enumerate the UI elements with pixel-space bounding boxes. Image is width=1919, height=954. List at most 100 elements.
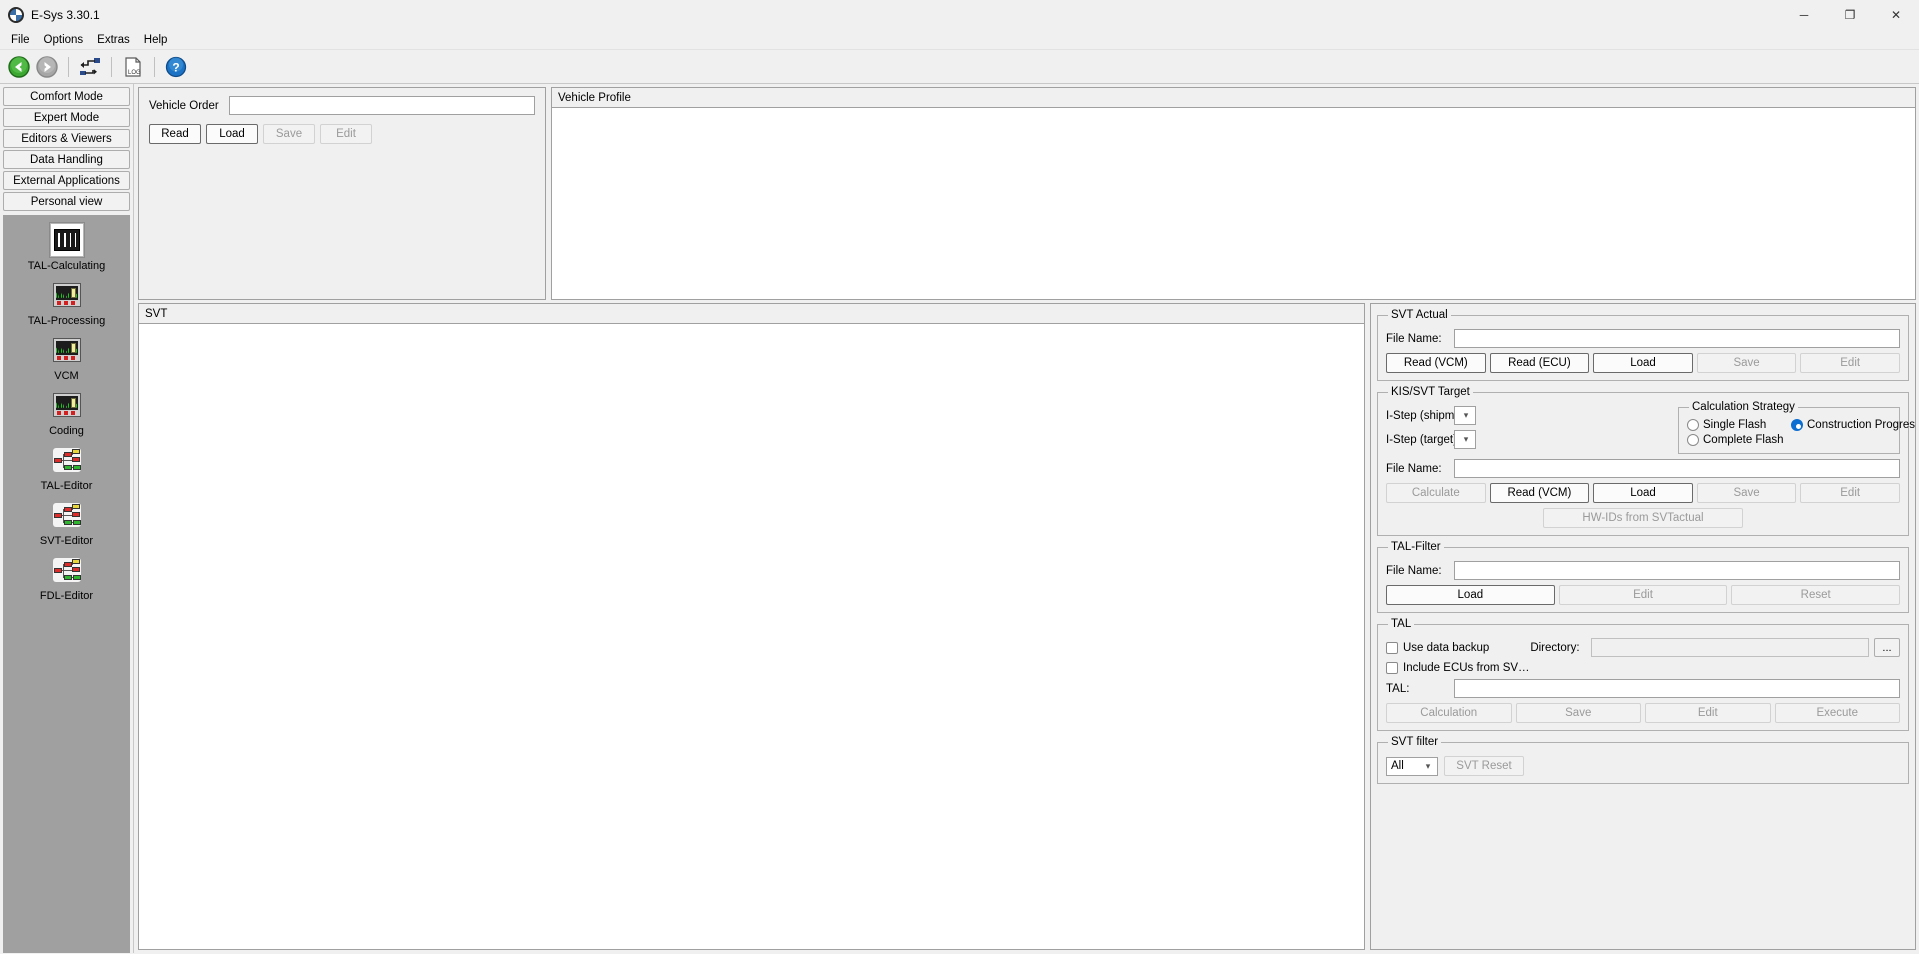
svt-actual-read-vcm-button[interactable]: Read (VCM) bbox=[1386, 353, 1486, 373]
maximize-button[interactable]: ❐ bbox=[1827, 0, 1873, 30]
kis-calculate-button: Calculate bbox=[1386, 483, 1486, 503]
use-data-backup-row[interactable]: Use data backup Directory: ... bbox=[1386, 638, 1900, 657]
sidebar-item-coding[interactable]: Coding bbox=[3, 388, 130, 437]
svt-actual-group: SVT Actual File Name: Read (VCM) Read (E… bbox=[1377, 309, 1909, 381]
radio-single-flash[interactable]: Single Flash bbox=[1687, 419, 1787, 431]
bmw-logo-icon bbox=[8, 7, 24, 23]
tal-directory-input[interactable] bbox=[1590, 638, 1869, 657]
tal-buttons: Calculation Save Edit Execute bbox=[1386, 703, 1900, 723]
tal-filter-buttons: Load Edit Reset bbox=[1386, 585, 1901, 605]
vehicle-order-load-button[interactable]: Load bbox=[206, 124, 258, 144]
vehicle-order-read-button[interactable]: Read bbox=[149, 124, 201, 144]
istep-target-combo[interactable]: ▾ bbox=[1454, 430, 1476, 449]
sidebar-item-tal-processing[interactable]: TAL-Processing bbox=[3, 278, 130, 327]
back-button[interactable] bbox=[6, 54, 32, 80]
menu-options[interactable]: Options bbox=[37, 32, 91, 48]
sidebar-mode-personal-view[interactable]: Personal view bbox=[3, 192, 130, 211]
sidebar-item-label: Coding bbox=[49, 425, 84, 437]
sidebar-item-tal-calculating[interactable]: TAL-Calculating bbox=[3, 223, 130, 272]
svt-panel: SVT bbox=[138, 303, 1365, 950]
oscilloscope-icon bbox=[50, 333, 84, 367]
tal-filter-filename-label: File Name: bbox=[1386, 564, 1442, 577]
toolbar: LOG ? bbox=[0, 49, 1919, 84]
sidebar-item-label: FDL-Editor bbox=[39, 590, 94, 602]
sidebar-item-label: VCM bbox=[54, 370, 79, 382]
sidebar-mode-data-handling[interactable]: Data Handling bbox=[3, 150, 130, 169]
svt-tree-body[interactable] bbox=[139, 324, 1364, 949]
close-button[interactable]: ✕ bbox=[1873, 0, 1919, 30]
svt-actual-edit-button: Edit bbox=[1800, 353, 1900, 373]
sidebar-mode-expert[interactable]: Expert Mode bbox=[3, 108, 130, 127]
connection-button[interactable] bbox=[77, 54, 103, 80]
checkbox-icon bbox=[1386, 641, 1398, 654]
tal-filter-load-button[interactable]: Load bbox=[1386, 585, 1555, 605]
kis-filename-label: File Name: bbox=[1386, 462, 1442, 475]
svt-actual-filename-input[interactable] bbox=[1454, 329, 1900, 348]
green-left-arrow-icon bbox=[8, 55, 30, 78]
node-tree-icon bbox=[50, 553, 84, 587]
svt-actual-legend: SVT Actual bbox=[1391, 309, 1448, 321]
tal-directory-browse-button[interactable]: ... bbox=[1874, 638, 1900, 657]
tal-filter-filename-row: File Name: bbox=[1386, 561, 1900, 580]
svt-actual-filename-label: File Name: bbox=[1386, 332, 1442, 345]
kis-svt-target-legend: KIS/SVT Target bbox=[1391, 386, 1470, 398]
tal-path-input[interactable] bbox=[1454, 679, 1900, 698]
svt-actual-save-button: Save bbox=[1696, 353, 1797, 373]
sidebar-mode-comfort[interactable]: Comfort Mode bbox=[3, 87, 130, 106]
tal-filter-reset-button: Reset bbox=[1731, 585, 1901, 605]
kis-edit-button: Edit bbox=[1800, 483, 1900, 503]
menu-help[interactable]: Help bbox=[137, 32, 175, 48]
toolbar-separator bbox=[68, 56, 69, 77]
menu-file[interactable]: File bbox=[4, 32, 37, 48]
istep-shipm-label: I-Step (shipm.): bbox=[1386, 409, 1465, 422]
connect-icon bbox=[80, 57, 100, 75]
istep-shipm-combo[interactable]: ▾ bbox=[1454, 406, 1476, 425]
help-button[interactable]: ? bbox=[163, 54, 189, 80]
vehicle-order-buttons: Read Load Save Edit bbox=[149, 124, 535, 144]
kis-load-button[interactable]: Load bbox=[1593, 483, 1693, 503]
kis-save-button: Save bbox=[1696, 483, 1797, 503]
tal-execute-button: Execute bbox=[1774, 703, 1900, 723]
log-document-icon: LOG bbox=[125, 56, 141, 77]
log-button[interactable]: LOG bbox=[120, 54, 146, 80]
sidebar-item-label: TAL-Editor bbox=[40, 480, 93, 492]
kis-left-column: I-Step (shipm.): ▾ I-Step (target): ▾ bbox=[1386, 401, 1670, 449]
oscilloscope-icon bbox=[50, 388, 84, 422]
window-title: E-Sys 3.30.1 bbox=[31, 8, 100, 22]
sidebar-item-tal-editor[interactable]: TAL-Editor bbox=[3, 443, 130, 492]
sidebar-item-fdl-editor[interactable]: FDL-Editor bbox=[3, 553, 130, 602]
tal-edit-button: Edit bbox=[1645, 703, 1771, 723]
include-ecus-row[interactable]: Include ECUs from SV… bbox=[1386, 662, 1900, 674]
vehicle-profile-body[interactable] bbox=[552, 108, 1915, 299]
vehicle-order-edit-button: Edit bbox=[320, 124, 372, 144]
sidebar-item-svt-editor[interactable]: SVT-Editor bbox=[3, 498, 130, 547]
vehicle-order-input[interactable] bbox=[228, 96, 535, 115]
radio-construction-progress[interactable]: Construction Progress bbox=[1791, 419, 1916, 431]
title-bar: E-Sys 3.30.1 ─ ❐ ✕ bbox=[0, 0, 1919, 30]
main-body: Comfort Mode Expert Mode Editors & Viewe… bbox=[0, 84, 1919, 953]
menu-extras[interactable]: Extras bbox=[90, 32, 137, 48]
radio-label: Construction Progress bbox=[1807, 419, 1916, 431]
tal-filter-filename-input[interactable] bbox=[1454, 561, 1900, 580]
kis-read-vcm-button[interactable]: Read (VCM) bbox=[1489, 483, 1590, 503]
kis-filename-input[interactable] bbox=[1454, 459, 1900, 478]
istep-shipm-row: I-Step (shipm.): ▾ bbox=[1386, 406, 1670, 425]
sidebar-mode-editors-viewers[interactable]: Editors & Viewers bbox=[3, 129, 130, 148]
kis-svt-target-group: KIS/SVT Target I-Step (shipm.): ▾ I-Step… bbox=[1377, 386, 1915, 536]
svt-actual-load-button[interactable]: Load bbox=[1593, 353, 1693, 373]
sidebar-mode-external-applications[interactable]: External Applications bbox=[3, 171, 130, 190]
content-area: Vehicle Order Read Load Save Edit Vehicl… bbox=[134, 84, 1919, 953]
radio-complete-flash[interactable]: Complete Flash bbox=[1687, 434, 1787, 446]
svt-filter-group: SVT filter All ▾ SVT Reset bbox=[1377, 736, 1909, 784]
sidebar-item-vcm[interactable]: VCM bbox=[3, 333, 130, 382]
vehicle-profile-panel: Vehicle Profile bbox=[551, 87, 1916, 300]
vehicle-order-label: Vehicle Order bbox=[149, 99, 219, 112]
sidebar-item-label: TAL-Calculating bbox=[27, 260, 106, 272]
minimize-button[interactable]: ─ bbox=[1781, 0, 1827, 30]
bottom-row: SVT SVT Actual File Name: Read (VCM) Rea… bbox=[138, 303, 1916, 950]
svt-actual-read-ecu-button[interactable]: Read (ECU) bbox=[1489, 353, 1590, 373]
svt-filter-combo[interactable]: All ▾ bbox=[1386, 756, 1438, 776]
forward-button[interactable] bbox=[34, 54, 60, 80]
tal-calculation-button: Calculation bbox=[1386, 703, 1512, 723]
hwids-row: HW-IDs from SVTactual bbox=[1386, 508, 1900, 528]
